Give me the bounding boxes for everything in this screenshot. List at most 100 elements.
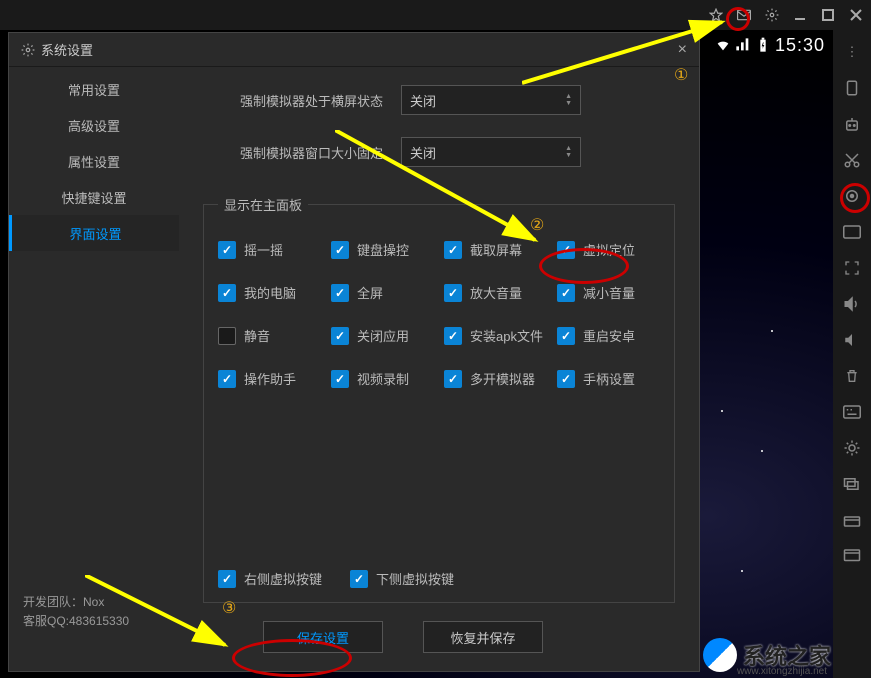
sidebar-item-interface[interactable]: 界面设置 — [9, 215, 179, 251]
save-button[interactable]: 保存设置 — [263, 621, 383, 653]
keyboard-icon[interactable] — [840, 220, 864, 244]
settings-dialog: 系统设置 × 常用设置 高级设置 属性设置 快捷键设置 界面设置 开发团队：No… — [8, 32, 700, 672]
select-fixsize[interactable]: 关闭 ▲▼ — [401, 137, 581, 167]
checkbox-label: 放大音量 — [470, 283, 522, 302]
rotate-icon[interactable] — [840, 76, 864, 100]
dialog-close-button[interactable]: × — [678, 41, 687, 59]
sidebar-item-common[interactable]: 常用设置 — [9, 71, 179, 107]
checkbox-box — [444, 241, 462, 259]
support-qq-text: 客服QQ:483615330 — [23, 612, 167, 631]
checkbox-box — [350, 570, 368, 588]
battery-icon — [755, 37, 771, 53]
volume-up-icon[interactable] — [840, 292, 864, 316]
checkbox-label: 下侧虚拟按键 — [376, 569, 454, 588]
checkbox-13[interactable]: 视频录制 — [331, 369, 434, 388]
checkbox-box — [557, 284, 575, 302]
button-label: 保存设置 — [297, 628, 349, 647]
sidebar-footer: 开发团队：Nox 客服QQ:483615330 — [9, 583, 179, 671]
robot-icon[interactable] — [840, 112, 864, 136]
volume-down-icon[interactable] — [840, 328, 864, 352]
watermark-logo — [703, 638, 737, 672]
minimize-icon[interactable] — [791, 6, 809, 24]
checkbox-label: 摇一摇 — [244, 240, 283, 259]
mail-icon[interactable] — [735, 6, 753, 24]
form-row-landscape: 强制模拟器处于横屏状态 关闭 ▲▼ — [203, 85, 675, 115]
checkbox-label: 操作助手 — [244, 369, 296, 388]
chevron-updown-icon: ▲▼ — [565, 145, 572, 159]
dialog-title-text: 系统设置 — [41, 40, 93, 59]
checkbox-label: 关闭应用 — [357, 326, 409, 345]
checkbox-label: 键盘操控 — [357, 240, 409, 259]
keymap-icon[interactable] — [840, 400, 864, 424]
checkbox-2[interactable]: 截取屏幕 — [444, 240, 547, 259]
checkbox-14[interactable]: 多开模拟器 — [444, 369, 547, 388]
checkbox-4[interactable]: 我的电脑 — [218, 283, 321, 302]
checkbox-box — [557, 370, 575, 388]
sidebar-item-property[interactable]: 属性设置 — [9, 143, 179, 179]
checkbox-label: 减小音量 — [583, 283, 635, 302]
checkbox-5[interactable]: 全屏 — [331, 283, 434, 302]
checkbox-15[interactable]: 手柄设置 — [557, 369, 660, 388]
maximize-icon[interactable] — [819, 6, 837, 24]
install-icon[interactable] — [840, 508, 864, 532]
checkbox-9[interactable]: 关闭应用 — [331, 326, 434, 345]
sidebar-item-advanced[interactable]: 高级设置 — [9, 107, 179, 143]
apk-icon[interactable] — [840, 544, 864, 568]
scissors-icon[interactable] — [840, 148, 864, 172]
select-landscape[interactable]: 关闭 ▲▼ — [401, 85, 581, 115]
checkbox-box — [557, 327, 575, 345]
checkbox-1[interactable]: 键盘操控 — [331, 240, 434, 259]
restore-button[interactable]: 恢复并保存 — [423, 621, 543, 653]
gear-icon[interactable] — [763, 6, 781, 24]
checkbox-label: 截取屏幕 — [470, 240, 522, 259]
form-label: 强制模拟器处于横屏状态 — [203, 91, 383, 110]
checkbox-label: 静音 — [244, 326, 270, 345]
trash-icon[interactable] — [840, 364, 864, 388]
checkbox-box — [218, 284, 236, 302]
checkbox-label: 全屏 — [357, 283, 383, 302]
pin-icon[interactable] — [707, 6, 725, 24]
dialog-title: 系统设置 — [21, 40, 93, 59]
checkbox-8[interactable]: 静音 — [218, 326, 321, 345]
checkbox-label: 虚拟定位 — [583, 240, 635, 259]
checkbox-10[interactable]: 安装apk文件 — [444, 326, 547, 345]
dialog-sidebar: 常用设置 高级设置 属性设置 快捷键设置 界面设置 开发团队：Nox 客服QQ:… — [9, 67, 179, 671]
more-icon[interactable]: ⋮ — [840, 40, 864, 64]
checkbox-label: 视频录制 — [357, 369, 409, 388]
select-value: 关闭 — [410, 91, 436, 110]
window-titlebar — [0, 0, 871, 30]
checkbox-0[interactable]: 摇一摇 — [218, 240, 321, 259]
checkbox-11[interactable]: 重启安卓 — [557, 326, 660, 345]
checkbox-box — [331, 370, 349, 388]
checkbox-box — [331, 327, 349, 345]
android-statusbar: 15:30 — [691, 30, 831, 60]
checkbox-7[interactable]: 减小音量 — [557, 283, 660, 302]
checkbox-label: 手柄设置 — [583, 369, 635, 388]
checkbox-box — [444, 370, 462, 388]
display-panel-fieldset: 显示在主面板 摇一摇键盘操控截取屏幕虚拟定位我的电脑全屏放大音量减小音量静音关闭… — [203, 195, 675, 603]
location-icon[interactable] — [840, 184, 864, 208]
checkbox-bottom-1[interactable]: 下侧虚拟按键 — [350, 569, 454, 588]
checkbox-3[interactable]: 虚拟定位 — [557, 240, 660, 259]
brightness-icon[interactable] — [840, 436, 864, 460]
right-toolbar: ⋮ — [833, 30, 871, 678]
checkbox-6[interactable]: 放大音量 — [444, 283, 547, 302]
sidebar-item-label: 快捷键设置 — [61, 188, 126, 207]
fullscreen-icon[interactable] — [840, 256, 864, 280]
checkbox-label: 安装apk文件 — [470, 326, 543, 345]
checkbox-box — [218, 570, 236, 588]
recent-icon[interactable] — [840, 472, 864, 496]
dialog-content: 强制模拟器处于横屏状态 关闭 ▲▼ 强制模拟器窗口大小固定 关闭 ▲▼ 显示在主… — [179, 67, 699, 671]
select-value: 关闭 — [410, 143, 436, 162]
dev-team-text: 开发团队：Nox — [23, 593, 167, 612]
checkbox-12[interactable]: 操作助手 — [218, 369, 321, 388]
watermark: 系统之家 www.xitongzhijia.net — [703, 638, 831, 672]
checkbox-bottom-0[interactable]: 右侧虚拟按键 — [218, 569, 322, 588]
checkbox-box — [331, 284, 349, 302]
close-icon[interactable] — [847, 6, 865, 24]
signal-icon — [735, 37, 751, 53]
checkbox-box — [444, 327, 462, 345]
checkbox-box — [444, 284, 462, 302]
sidebar-item-shortcut[interactable]: 快捷键设置 — [9, 179, 179, 215]
status-time: 15:30 — [775, 35, 825, 56]
